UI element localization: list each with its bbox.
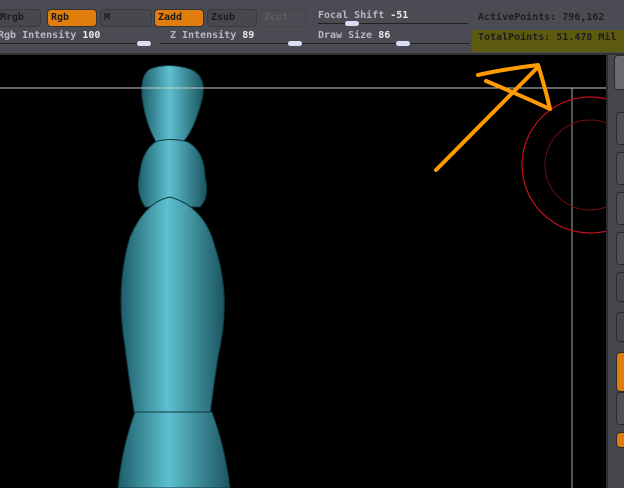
focal-shift-value: -51	[390, 10, 409, 21]
z-intensity-knob[interactable]	[288, 41, 302, 46]
total-points: TotalPoints: 51.478 Mil	[478, 32, 617, 43]
shelf-button-6[interactable]	[616, 312, 624, 342]
shelf-button-3[interactable]	[616, 192, 624, 225]
active-points: ActivePoints: 796,162	[478, 12, 605, 23]
rgb-intensity-knob[interactable]	[137, 41, 151, 46]
shelf-button-9[interactable]	[616, 432, 624, 448]
shelf-button-5[interactable]	[616, 272, 624, 302]
annotation-arrow-icon	[434, 63, 552, 172]
rgb-intensity-track[interactable]	[0, 43, 152, 44]
draw-size-knob[interactable]	[396, 41, 410, 46]
focal-shift-track[interactable]	[318, 23, 468, 24]
mrgb-button[interactable]: Mrgb	[0, 9, 41, 27]
annotation-arrow-head	[476, 63, 552, 111]
shelf-button-4[interactable]	[616, 232, 624, 265]
z-intensity-value: 89	[242, 30, 255, 41]
model-base	[117, 411, 231, 488]
viewport-canvas[interactable]	[0, 57, 606, 488]
z-intensity-slider[interactable]: Z Intensity 89	[170, 30, 254, 41]
zadd-button[interactable]: Zadd	[154, 9, 204, 27]
z-intensity-label: Z Intensity	[170, 30, 237, 41]
top-toolbar: Mrgb Rgb M Zadd Zsub Zcut Rgb Intensity …	[0, 0, 624, 55]
rgb-intensity-label: Rgb Intensity	[0, 30, 77, 41]
draw-size-label: Draw Size	[318, 30, 373, 41]
brush-outer-ring	[521, 96, 606, 234]
focal-shift-knob[interactable]	[345, 21, 359, 26]
model-torso	[120, 196, 225, 418]
brush-inner-ring	[544, 119, 606, 211]
sculpt-model	[117, 65, 231, 488]
shelf-button-1[interactable]	[616, 112, 624, 145]
rgb-intensity-value: 100	[82, 30, 101, 41]
draw-size-slider[interactable]: Draw Size 86	[318, 30, 390, 41]
model-neck	[137, 139, 208, 208]
shelf-button-7[interactable]	[616, 352, 624, 392]
shelf-button-8[interactable]	[616, 392, 624, 425]
model-head	[141, 65, 204, 146]
draw-size-value: 86	[378, 30, 391, 41]
zcut-button[interactable]: Zcut	[260, 9, 306, 27]
draw-size-track[interactable]	[310, 43, 470, 44]
material-thumbnail[interactable]	[614, 55, 624, 90]
rgb-intensity-slider[interactable]: Rgb Intensity 100	[0, 30, 100, 41]
focal-shift-slider[interactable]: Focal Shift -51	[318, 10, 408, 21]
shelf-button-2[interactable]	[616, 152, 624, 185]
zsub-button[interactable]: Zsub	[207, 9, 257, 27]
rgb-button[interactable]: Rgb	[47, 9, 97, 27]
right-shelf	[606, 55, 624, 488]
m-button[interactable]: M	[100, 9, 152, 27]
focal-shift-label: Focal Shift	[318, 10, 385, 21]
